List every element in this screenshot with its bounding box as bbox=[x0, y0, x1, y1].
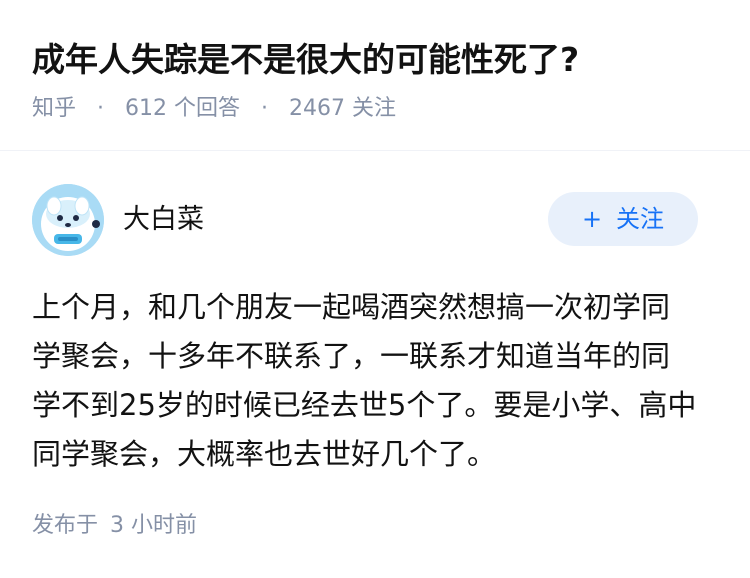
separator-dot: · bbox=[97, 96, 105, 121]
author-row: 大白菜 + 关注 bbox=[32, 184, 698, 256]
question-header: 成年人失踪是不是很大的可能性死了? 知乎 · 612 个回答 · 2467 关注 bbox=[32, 38, 722, 124]
question-title[interactable]: 成年人失踪是不是很大的可能性死了? bbox=[32, 38, 722, 82]
content-line: 学不到25岁的时候已经去世5个了。要是小学、高中 bbox=[32, 388, 697, 422]
cartoon-avatar-icon[interactable] bbox=[32, 184, 104, 256]
answer-content[interactable]: 上个月，和几个朋友一起喝酒突然想搞一次初学同 学聚会，十多年不联系了，一联系才知… bbox=[32, 283, 722, 479]
plus-icon: + bbox=[581, 205, 603, 233]
answers-label: 个回答 bbox=[174, 96, 241, 121]
source-label: 知乎 bbox=[32, 96, 77, 121]
content-line: 上个月，和几个朋友一起喝酒突然想搞一次初学同 bbox=[32, 290, 671, 324]
separator-dot: · bbox=[261, 96, 269, 121]
content-line: 学聚会，十多年不联系了，一联系才知道当年的同 bbox=[32, 339, 671, 373]
question-meta: 知乎 · 612 个回答 · 2467 关注 bbox=[32, 94, 722, 124]
content-line: 同学聚会，大概率也去世好几个了。 bbox=[32, 437, 497, 471]
section-divider bbox=[0, 150, 750, 151]
followers-label: 关注 bbox=[352, 96, 397, 121]
answers-count: 612 bbox=[125, 96, 168, 121]
follow-button-label: 关注 bbox=[616, 205, 665, 233]
author-name[interactable]: 大白菜 bbox=[123, 202, 204, 238]
publish-time-value: 3 小时前 bbox=[110, 513, 198, 538]
publish-prefix: 发布于 bbox=[32, 513, 99, 538]
followers-count: 2467 bbox=[289, 96, 346, 121]
publish-time: 发布于 3 小时前 bbox=[32, 510, 197, 542]
follow-button[interactable]: + 关注 bbox=[548, 192, 698, 246]
